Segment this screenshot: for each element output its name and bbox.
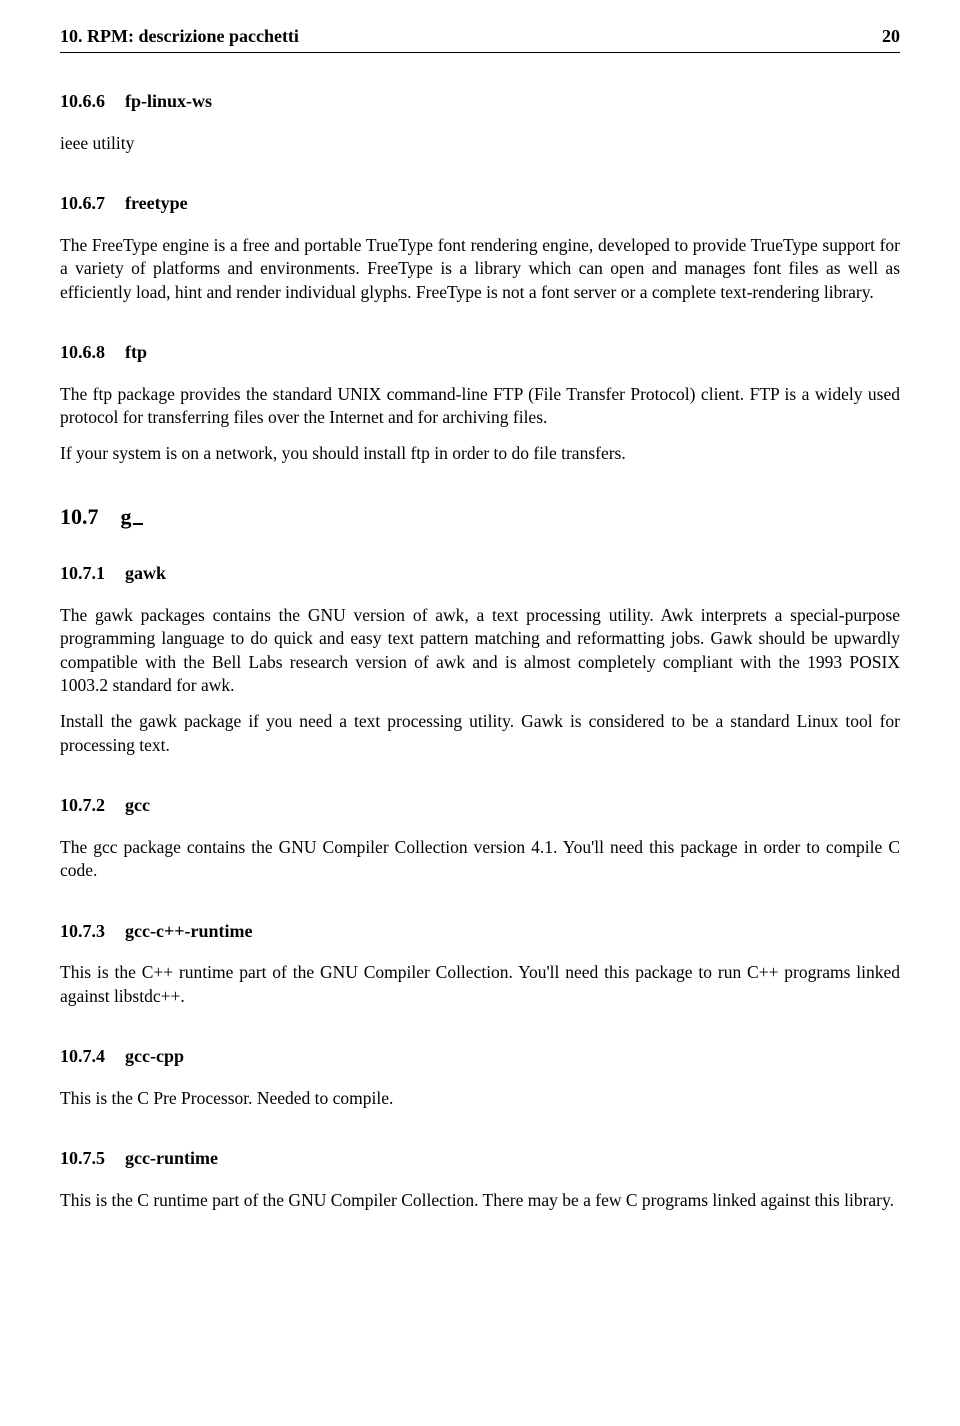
body-text: This is the C++ runtime part of the GNU … <box>60 961 900 1008</box>
heading-number: 10.7.5 <box>60 1148 105 1168</box>
heading-10-6-8: 10.6.8 ftp <box>60 340 900 364</box>
header-left: 10. RPM: descrizione pacchetti <box>60 24 299 48</box>
heading-title: gcc-runtime <box>125 1148 218 1168</box>
body-text: Install the gawk package if you need a t… <box>60 710 900 757</box>
section-10-7-5: 10.7.5 gcc-runtime This is the C runtime … <box>60 1146 900 1212</box>
heading-10-6-7: 10.6.7 freetype <box>60 191 900 215</box>
heading-number: 10.6.7 <box>60 193 105 213</box>
heading-number: 10.7 <box>60 504 99 529</box>
heading-10-7: 10.7 g <box>60 502 900 532</box>
heading-title: fp-linux-ws <box>125 91 212 111</box>
body-text: This is the C runtime part of the GNU Co… <box>60 1189 900 1213</box>
heading-number: 10.7.3 <box>60 921 105 941</box>
section-10-7: 10.7 g <box>60 502 900 532</box>
heading-title: gcc-c++-runtime <box>125 921 252 941</box>
heading-title: ftp <box>125 342 147 362</box>
section-10-6-8: 10.6.8 ftp The ftp package provides the s… <box>60 340 900 465</box>
body-text: The ftp package provides the standard UN… <box>60 383 900 430</box>
heading-number: 10.6.6 <box>60 91 105 111</box>
heading-number: 10.7.4 <box>60 1046 105 1066</box>
section-10-6-7: 10.6.7 freetype The FreeType engine is a … <box>60 191 900 304</box>
body-text: This is the C Pre Processor. Needed to c… <box>60 1087 900 1111</box>
section-10-7-3: 10.7.3 gcc-c++-runtime This is the C++ ru… <box>60 919 900 1009</box>
heading-title: freetype <box>125 193 188 213</box>
heading-10-6-6: 10.6.6 fp-linux-ws <box>60 89 900 113</box>
header-rule <box>60 52 900 53</box>
header-page-number: 20 <box>882 24 900 48</box>
heading-title: gawk <box>125 563 166 583</box>
page-header: 10. RPM: descrizione pacchetti 20 <box>60 24 900 48</box>
heading-10-7-1: 10.7.1 gawk <box>60 561 900 585</box>
heading-number: 10.7.2 <box>60 795 105 815</box>
heading-title: gcc-cpp <box>125 1046 184 1066</box>
heading-number: 10.6.8 <box>60 342 105 362</box>
body-text: If your system is on a network, you shou… <box>60 442 900 466</box>
body-text: The gawk packages contains the GNU versi… <box>60 604 900 699</box>
heading-10-7-5: 10.7.5 gcc-runtime <box>60 1146 900 1170</box>
heading-10-7-2: 10.7.2 gcc <box>60 793 900 817</box>
underscore-icon <box>133 523 143 525</box>
body-text: The gcc package contains the GNU Compile… <box>60 836 900 883</box>
heading-10-7-3: 10.7.3 gcc-c++-runtime <box>60 919 900 943</box>
heading-10-7-4: 10.7.4 gcc-cpp <box>60 1044 900 1068</box>
section-10-7-1: 10.7.1 gawk The gawk packages contains th… <box>60 561 900 757</box>
body-text: ieee utility <box>60 132 900 156</box>
section-10-7-4: 10.7.4 gcc-cpp This is the C Pre Processo… <box>60 1044 900 1110</box>
heading-title: g <box>121 504 143 529</box>
section-10-7-2: 10.7.2 gcc The gcc package contains the G… <box>60 793 900 883</box>
section-10-6-6: 10.6.6 fp-linux-ws ieee utility <box>60 89 900 155</box>
heading-number: 10.7.1 <box>60 563 105 583</box>
body-text: The FreeType engine is a free and portab… <box>60 234 900 305</box>
heading-title: gcc <box>125 795 150 815</box>
